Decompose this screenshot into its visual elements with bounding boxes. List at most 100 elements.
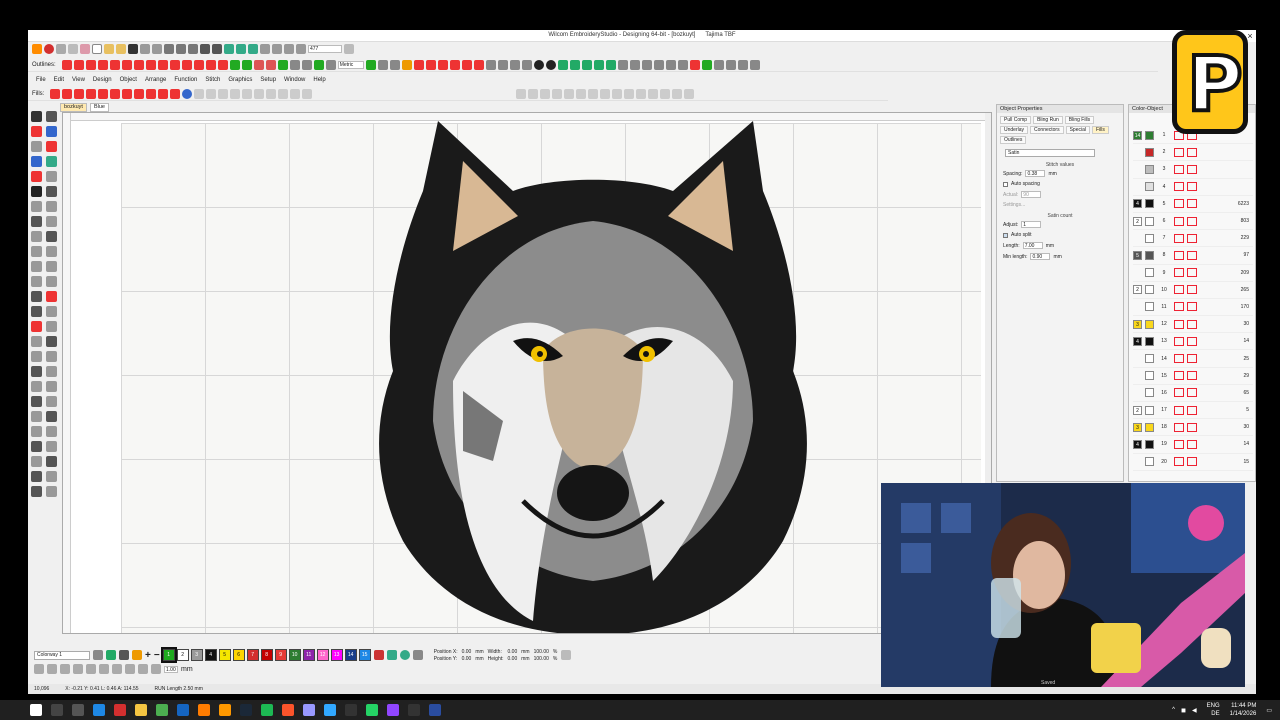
menu-file[interactable]: File [36,77,46,83]
tool-icon[interactable] [46,336,57,347]
menu-edit[interactable]: Edit [54,77,64,83]
tool-icon[interactable] [389,59,400,70]
grid-icon[interactable] [301,59,312,70]
tool-icon[interactable] [593,59,604,70]
color-swatch-10[interactable]: 10 [288,649,301,661]
menu-object[interactable]: Object [120,77,137,83]
fill-type-icon[interactable] [110,88,121,99]
design-canvas[interactable] [62,112,992,634]
tool-icon[interactable] [31,246,42,257]
tool-icon[interactable] [46,321,57,332]
tool-icon[interactable] [31,276,42,287]
info-icon[interactable] [533,59,544,70]
stitch-icon[interactable] [205,59,216,70]
tool-icon[interactable] [46,486,57,497]
save-icon[interactable] [128,44,138,54]
tool-icon[interactable] [46,261,57,272]
menu-arrange[interactable]: Arrange [145,77,166,83]
stitch-icon[interactable] [61,59,72,70]
whatsapp-icon[interactable] [366,704,378,716]
print-preview-icon[interactable] [152,44,162,54]
tool-icon[interactable] [31,366,42,377]
auto-split-checkbox[interactable] [1003,232,1008,238]
scale-height-field[interactable]: 100.00 [534,656,549,662]
fill-type-icon[interactable] [98,88,109,99]
tool-icon[interactable] [46,156,57,167]
list-item[interactable]: 2 [1133,144,1253,162]
align-icon[interactable] [672,88,683,99]
travel-icon[interactable] [224,44,234,54]
list-item[interactable]: 7 229 [1133,230,1253,248]
tool-icon[interactable] [46,126,57,137]
view-icon[interactable] [47,664,57,674]
add-color-icon[interactable]: + [145,650,151,661]
tool-icon[interactable] [497,59,508,70]
tool-icon[interactable] [665,59,676,70]
tool-icon[interactable] [617,59,628,70]
palette-icon[interactable] [93,650,103,660]
length-field[interactable]: 7.00 [1022,242,1043,249]
align-icon[interactable] [660,88,671,99]
tool-icon[interactable] [46,441,57,452]
tool-icon[interactable] [629,59,640,70]
tool-icon[interactable] [713,59,724,70]
stream-icon[interactable] [387,704,399,716]
cut-icon[interactable] [164,44,174,54]
fill-icon[interactable] [277,59,288,70]
open-icon[interactable] [104,44,114,54]
fill-type-icon[interactable] [170,88,181,99]
tool-icon[interactable] [302,88,313,99]
scale-width-field[interactable]: 100.00 [534,649,549,655]
tool-icon[interactable] [80,44,90,54]
zoom-field[interactable]: 477 [308,45,342,53]
menu-design[interactable]: Design [93,77,112,83]
explorer-icon[interactable] [135,704,147,716]
zoom-icon[interactable] [344,44,354,54]
tool-icon[interactable] [290,88,301,99]
tool-icon[interactable] [46,216,57,227]
view-icon[interactable] [125,664,135,674]
tab-pull-comp[interactable]: Pull Comp [1000,116,1032,124]
tool-icon[interactable] [254,88,265,99]
stitch-icon[interactable] [97,59,108,70]
view-icon[interactable] [73,664,83,674]
tool-icon[interactable] [278,88,289,99]
tool-icon[interactable] [46,276,57,287]
adjust-field[interactable]: 1 [1021,221,1042,228]
tool-icon[interactable] [46,456,57,467]
color-swatch-5[interactable]: 5 [218,649,231,661]
brave-icon[interactable] [282,704,294,716]
copy-icon[interactable] [176,44,186,54]
home-icon[interactable] [32,44,42,54]
tool-icon[interactable] [413,59,424,70]
spacing-field[interactable]: 0.38 [1025,170,1046,177]
tool-icon[interactable] [46,426,57,437]
tool-icon[interactable] [31,351,42,362]
tool-icon[interactable] [46,111,57,122]
tool-icon[interactable] [56,44,66,54]
stitch-icon[interactable] [157,59,168,70]
list-item[interactable]: 11 170 [1133,299,1253,317]
wilcom-icon[interactable] [429,704,441,716]
tool-icon[interactable] [737,59,748,70]
fill-type-icon[interactable] [62,88,73,99]
color-swatch-3[interactable]: 3 [190,649,203,661]
tool-icon[interactable] [509,59,520,70]
tool-icon[interactable] [31,306,42,317]
tool-icon[interactable] [412,650,423,660]
tool-icon[interactable] [461,59,472,70]
tab-fills[interactable]: Fills [1092,126,1109,134]
tool-icon[interactable] [373,650,384,660]
fill-icon[interactable] [313,59,324,70]
fill-icon[interactable] [229,59,240,70]
tool-icon[interactable] [31,156,42,167]
stitch-icon[interactable] [85,59,96,70]
fill-type-icon[interactable] [86,88,97,99]
view-icon[interactable] [138,664,148,674]
redo-icon[interactable] [212,44,222,54]
stitch-icon[interactable] [73,59,84,70]
color-swatch-8[interactable]: 8 [260,649,273,661]
fill-color-icon[interactable] [132,650,142,660]
tab-outlines[interactable]: Outlines [1000,136,1027,144]
stitch-icon[interactable] [169,59,180,70]
